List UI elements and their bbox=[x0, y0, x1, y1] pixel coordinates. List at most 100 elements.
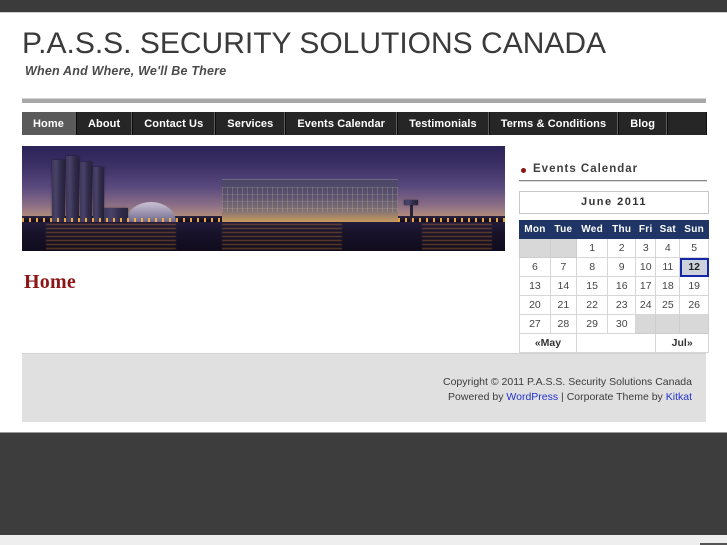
calendar-prev-month-link[interactable]: «May bbox=[519, 333, 577, 353]
nav-item-terms-conditions[interactable]: Terms & Conditions bbox=[488, 112, 619, 135]
calendar-day-28[interactable]: 28 bbox=[549, 314, 577, 334]
site-tagline: When And Where, We'll Be There bbox=[25, 64, 227, 78]
calendar-body: 1 2 3 4 5 6 7 8 9 10 11 12 13 14 15 16 17 18 19 20 21 22 23 24 2… bbox=[519, 238, 709, 334]
calendar-day-19[interactable]: 19 bbox=[679, 276, 709, 296]
page-wrapper: P.A.S.S. SECURITY SOLUTIONS CANADA When … bbox=[0, 13, 727, 422]
nav-label: Home bbox=[33, 117, 64, 130]
banner-tower-4 bbox=[93, 166, 104, 222]
banner-reflections-left bbox=[46, 223, 176, 249]
banner-tower-2 bbox=[66, 155, 79, 222]
banner-tower-1 bbox=[52, 159, 65, 222]
calendar-day-8[interactable]: 8 bbox=[575, 257, 609, 277]
calendar-day-14[interactable]: 14 bbox=[549, 276, 577, 296]
nav-label: Events Calendar bbox=[297, 117, 386, 130]
calendar-weekday-row: Mon Tue Wed Thu Fri Sat Sun bbox=[519, 220, 709, 239]
browser-bottom-gray-strip bbox=[0, 535, 727, 545]
calendar-day-10[interactable]: 10 bbox=[635, 257, 657, 277]
page-title: Home bbox=[24, 271, 76, 293]
calendar-next-month-link[interactable]: Jul» bbox=[655, 333, 709, 353]
site-footer: Copyright © 2011 P.A.S.S. Security Solut… bbox=[22, 353, 706, 422]
calendar-day-25[interactable]: 25 bbox=[655, 295, 681, 315]
banner-crane-head bbox=[404, 199, 418, 205]
weekday-tue: Tue bbox=[549, 220, 577, 239]
calendar-empty-cell bbox=[655, 314, 681, 334]
calendar-week-row: 13 14 15 16 17 18 19 bbox=[519, 276, 709, 296]
header-banner-image bbox=[22, 146, 505, 251]
nav-label: Terms & Conditions bbox=[500, 117, 607, 130]
calendar-week-row: 12345 bbox=[519, 238, 709, 258]
banner-tower-3 bbox=[80, 161, 92, 222]
nav-item-testimonials[interactable]: Testimonials bbox=[397, 112, 489, 135]
nav-label: Services bbox=[227, 117, 274, 130]
calendar-week-row: 20 21 22 23 24 25 26 bbox=[519, 295, 709, 315]
sidebar: Events Calendar June 2011 Mon Tue Wed Th… bbox=[519, 163, 713, 377]
calendar-day-6[interactable]: 6 bbox=[519, 257, 551, 277]
calendar-day-27[interactable]: 27 bbox=[519, 314, 551, 334]
widget-divider bbox=[519, 180, 707, 182]
weekday-wed: Wed bbox=[575, 220, 609, 239]
kitkat-theme-link[interactable]: Kitkat bbox=[666, 391, 692, 403]
calendar-day-12[interactable]: 12 bbox=[679, 257, 709, 277]
widget-title-events-calendar: Events Calendar bbox=[519, 163, 713, 175]
calendar-day-21[interactable]: 21 bbox=[549, 295, 577, 315]
footer-copyright: Copyright © 2011 P.A.S.S. Security Solut… bbox=[443, 376, 692, 388]
weekday-sat: Sat bbox=[655, 220, 681, 239]
calendar-day-24[interactable]: 24 bbox=[635, 295, 657, 315]
nav-empty-space bbox=[667, 112, 706, 135]
main-navigation: Home About Contact Us Services Events Ca… bbox=[22, 112, 707, 135]
calendar-week-row: 27 28 29 30 bbox=[519, 314, 709, 334]
browser-top-bar bbox=[0, 0, 727, 13]
nav-label: Blog bbox=[630, 117, 656, 130]
calendar-day-4[interactable]: 4 bbox=[655, 238, 681, 258]
nav-item-home[interactable]: Home bbox=[22, 112, 76, 135]
nav-label: About bbox=[87, 117, 121, 130]
calendar-day-23[interactable]: 23 bbox=[607, 295, 637, 315]
wordpress-link[interactable]: WordPress bbox=[506, 391, 558, 403]
nav-label: Testimonials bbox=[409, 117, 477, 130]
calendar-nav-spacer bbox=[575, 333, 657, 353]
calendar-day-22[interactable]: 22 bbox=[575, 295, 609, 315]
banner-reflections-mid bbox=[222, 223, 342, 249]
calendar-day-2[interactable]: 2 bbox=[607, 238, 637, 258]
weekday-thu: Thu bbox=[607, 220, 637, 239]
calendar-empty-cell bbox=[519, 238, 551, 258]
weekday-fri: Fri bbox=[635, 220, 657, 239]
calendar-day-20[interactable]: 20 bbox=[519, 295, 551, 315]
site-title: P.A.S.S. SECURITY SOLUTIONS CANADA bbox=[22, 27, 607, 60]
calendar-day-17[interactable]: 17 bbox=[635, 276, 657, 296]
weekday-mon: Mon bbox=[519, 220, 551, 239]
nav-label: Contact Us bbox=[144, 117, 204, 130]
nav-item-about[interactable]: About bbox=[75, 112, 133, 135]
calendar-day-11[interactable]: 11 bbox=[655, 257, 681, 277]
banner-shore-lights-left bbox=[22, 217, 222, 222]
browser-bottom-bar bbox=[0, 432, 727, 536]
calendar-caption: June 2011 bbox=[519, 191, 709, 214]
calendar-day-26[interactable]: 26 bbox=[679, 295, 709, 315]
banner-glass-building bbox=[222, 178, 398, 222]
events-calendar-table[interactable]: June 2011 Mon Tue Wed Thu Fri Sat Sun 12… bbox=[519, 191, 709, 353]
calendar-day-13[interactable]: 13 bbox=[519, 276, 551, 296]
calendar-day-7[interactable]: 7 bbox=[549, 257, 577, 277]
calendar-empty-cell bbox=[635, 314, 657, 334]
widget-title-label: Events Calendar bbox=[533, 163, 639, 175]
calendar-day-1[interactable]: 1 bbox=[575, 238, 609, 258]
calendar-day-29[interactable]: 29 bbox=[575, 314, 609, 334]
calendar-day-3[interactable]: 3 bbox=[635, 238, 657, 258]
calendar-day-15[interactable]: 15 bbox=[575, 276, 609, 296]
calendar-day-30[interactable]: 30 bbox=[607, 314, 637, 334]
nav-item-services[interactable]: Services bbox=[215, 112, 286, 135]
bullet-icon bbox=[521, 168, 526, 173]
calendar-day-5[interactable]: 5 bbox=[679, 238, 709, 258]
banner-reflections-right bbox=[422, 223, 492, 249]
theme-middle: | Corporate Theme by bbox=[558, 391, 666, 403]
banner-shore-lights-right bbox=[398, 217, 505, 222]
calendar-day-9[interactable]: 9 bbox=[607, 257, 637, 277]
weekday-sun: Sun bbox=[679, 220, 709, 239]
calendar-day-16[interactable]: 16 bbox=[607, 276, 637, 296]
site-header: P.A.S.S. SECURITY SOLUTIONS CANADA When … bbox=[22, 27, 706, 97]
main-column: Home bbox=[22, 146, 505, 294]
nav-item-blog[interactable]: Blog bbox=[618, 112, 668, 135]
nav-item-events-calendar[interactable]: Events Calendar bbox=[285, 112, 398, 135]
calendar-day-18[interactable]: 18 bbox=[655, 276, 681, 296]
nav-item-contact-us[interactable]: Contact Us bbox=[132, 112, 216, 135]
